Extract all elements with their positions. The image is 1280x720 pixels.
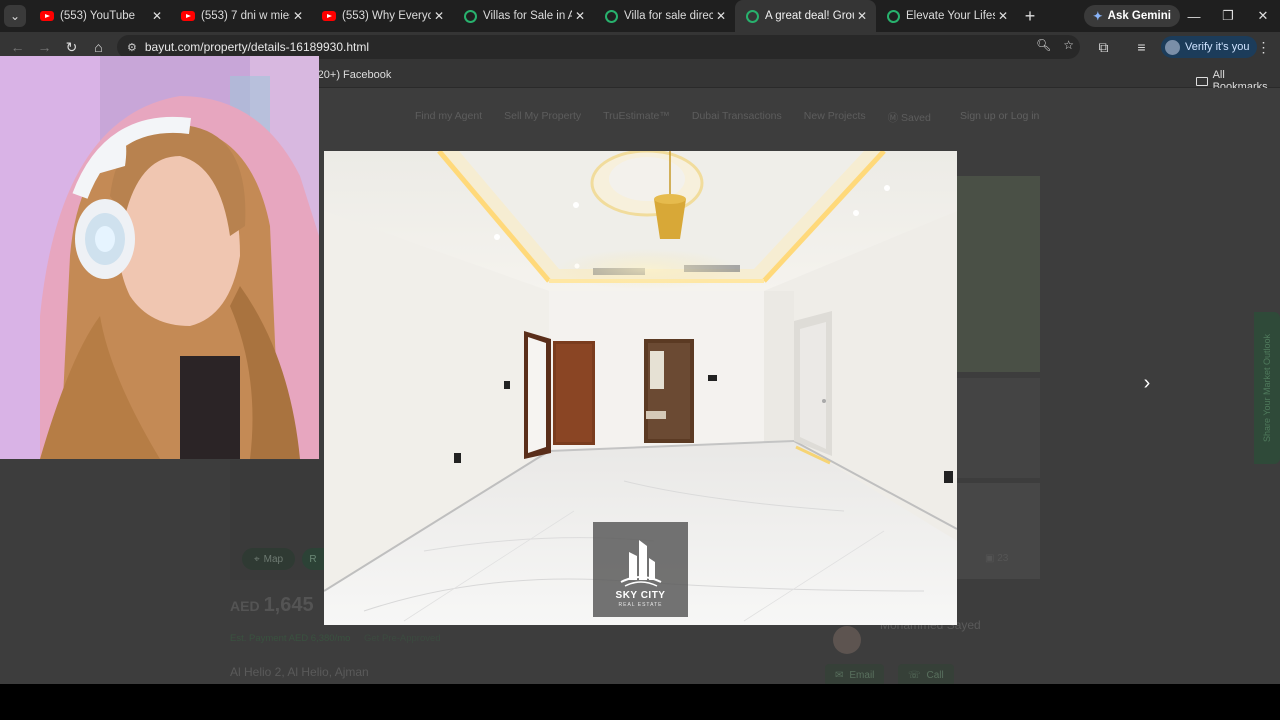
verify-label: Verify it's you <box>1185 41 1250 53</box>
youtube-icon <box>40 9 54 23</box>
tab-title: Elevate Your Lifestyle <box>906 10 995 22</box>
bookmark-facebook[interactable]: (20+) Facebook <box>314 69 391 81</box>
preapproved-link[interactable]: Get Pre-Approved <box>364 633 441 644</box>
photo-count-value: 23 <box>997 553 1009 564</box>
gallery-thumbnail[interactable] <box>957 378 1040 478</box>
youtube-icon <box>181 9 195 23</box>
price-currency: AED <box>230 598 260 614</box>
back-icon[interactable]: ← <box>4 39 31 55</box>
est-payment[interactable]: Est. Payment AED 6,380/mo <box>230 633 350 644</box>
bayut-icon <box>745 9 759 23</box>
ask-gemini-button[interactable]: ✦ Ask Gemini <box>1084 5 1180 27</box>
folder-icon <box>1196 76 1208 86</box>
webcam-overlay <box>0 56 319 459</box>
price-value: 1,645 <box>263 594 314 616</box>
tab-title: (553) Why Everyone Is <box>342 10 431 22</box>
zoom-icon[interactable]: 🔍︎ <box>1036 38 1051 52</box>
email-icon: ✉ <box>835 669 844 681</box>
streamer-video-frame <box>0 56 319 459</box>
restore-icon[interactable]: ❐ <box>1211 0 1245 32</box>
tab-search-icon[interactable]: ⌄ <box>4 5 26 27</box>
close-window-icon[interactable]: ✕ <box>1246 0 1280 32</box>
gemini-label: Ask Gemini <box>1107 10 1171 22</box>
signin-link[interactable]: Sign up or Log in <box>960 110 1039 122</box>
tab-title: (553) YouTube <box>60 10 136 22</box>
reload-icon[interactable]: ↻ <box>58 39 85 56</box>
video-button[interactable]: R <box>302 548 324 570</box>
bayut-icon <box>604 9 618 23</box>
bottom-letterbox <box>0 684 1280 720</box>
verify-profile-button[interactable]: Verify it's you <box>1161 36 1258 58</box>
tab-close-icon[interactable]: ✕ <box>713 9 729 23</box>
site-nav: Find my Agent Sell My Property TruEstimate… <box>415 110 931 125</box>
email-label: Email <box>849 669 875 681</box>
minimize-icon[interactable]: — <box>1177 0 1211 32</box>
url-text: bayut.com/property/details-16189930.html <box>144 40 370 54</box>
site-nav-item[interactable]: TruEstimate™ <box>603 110 670 125</box>
map-label: Map <box>263 553 284 565</box>
photo-count[interactable]: ▣ 23 <box>985 553 1008 564</box>
tab-list: (553) YouTube✕(553) 7 dni w mieście✕(553… <box>30 0 1017 32</box>
logo-brand-name: SKY CITY <box>615 590 666 601</box>
new-tab-icon[interactable]: + <box>1017 6 1043 27</box>
browser-tab[interactable]: Elevate Your Lifestyle✕ <box>876 0 1017 32</box>
media-control-icon[interactable]: ≡ <box>1128 39 1155 55</box>
phone-icon: ☏ <box>908 669 921 681</box>
watermark-logo: SKY CITY REAL ESTATE <box>593 522 688 617</box>
browser-tab[interactable]: Villas for Sale in Ajman✕ <box>453 0 594 32</box>
tab-close-icon[interactable]: ✕ <box>431 9 447 23</box>
gallery-thumbnail[interactable] <box>957 176 1040 372</box>
camera-icon: ▣ <box>985 553 995 564</box>
extensions-icon[interactable]: ⧉ <box>1090 39 1117 56</box>
tab-close-icon[interactable]: ✕ <box>149 9 165 23</box>
tab-title: Villa for sale directly fr <box>624 10 713 22</box>
call-button[interactable]: ☏ Call <box>898 664 954 684</box>
home-icon[interactable]: ⌂ <box>85 39 112 55</box>
email-button[interactable]: ✉ Email <box>825 664 885 684</box>
building-logo-icon <box>620 540 661 587</box>
youtube-icon <box>322 9 336 23</box>
profile-avatar <box>1165 39 1180 55</box>
agent-avatar <box>833 626 861 654</box>
browser-tab[interactable]: (553) Why Everyone Is✕ <box>312 0 453 32</box>
site-nav-item[interactable]: Dubai Transactions <box>692 110 782 125</box>
call-label: Call <box>926 669 944 681</box>
site-nav-item[interactable]: Sell My Property <box>504 110 581 125</box>
tab-title: A great deal! Ground <box>765 10 854 22</box>
site-nav-item[interactable]: New Projects <box>804 110 866 125</box>
browser-tab[interactable]: (553) 7 dni w mieście✕ <box>171 0 312 32</box>
browser-tab[interactable]: Villa for sale directly fr✕ <box>594 0 735 32</box>
map-button[interactable]: ⌖ Map <box>242 548 296 570</box>
bayut-icon <box>886 9 900 23</box>
tab-title: (553) 7 dni w mieście <box>201 10 290 22</box>
gallery-thumbnail[interactable] <box>957 483 1040 579</box>
site-info-icon[interactable]: ⚙ <box>127 41 137 54</box>
browser-tab[interactable]: A great deal! Ground✕ <box>735 0 876 32</box>
bookmark-star-icon[interactable]: ☆ <box>1063 38 1074 52</box>
tab-close-icon[interactable]: ✕ <box>572 9 588 23</box>
tab-close-icon[interactable]: ✕ <box>854 9 870 23</box>
site-nav-item[interactable]: Find my Agent <box>415 110 482 125</box>
site-nav-item[interactable]: Ⓜ Saved <box>888 110 931 125</box>
price: AED 1,645 <box>230 594 314 617</box>
tab-close-icon[interactable]: ✕ <box>995 9 1011 23</box>
forward-icon[interactable]: → <box>31 39 58 55</box>
gemini-icon: ✦ <box>1093 11 1103 23</box>
logo-brand-subtitle: REAL ESTATE <box>618 602 663 608</box>
tab-title: Villas for Sale in Ajman <box>483 10 572 22</box>
property-location: Al Helio 2, Al Helio, Ajman <box>230 665 369 679</box>
browser-tab[interactable]: (553) YouTube ✕ <box>30 0 171 32</box>
feedback-side-tab[interactable]: Share Your Market Outlook <box>1254 312 1280 464</box>
tab-close-icon[interactable]: ✕ <box>290 9 306 23</box>
next-photo-icon[interactable]: › <box>1136 372 1158 394</box>
map-pin-icon: ⌖ <box>254 553 260 565</box>
bayut-icon <box>463 9 477 23</box>
